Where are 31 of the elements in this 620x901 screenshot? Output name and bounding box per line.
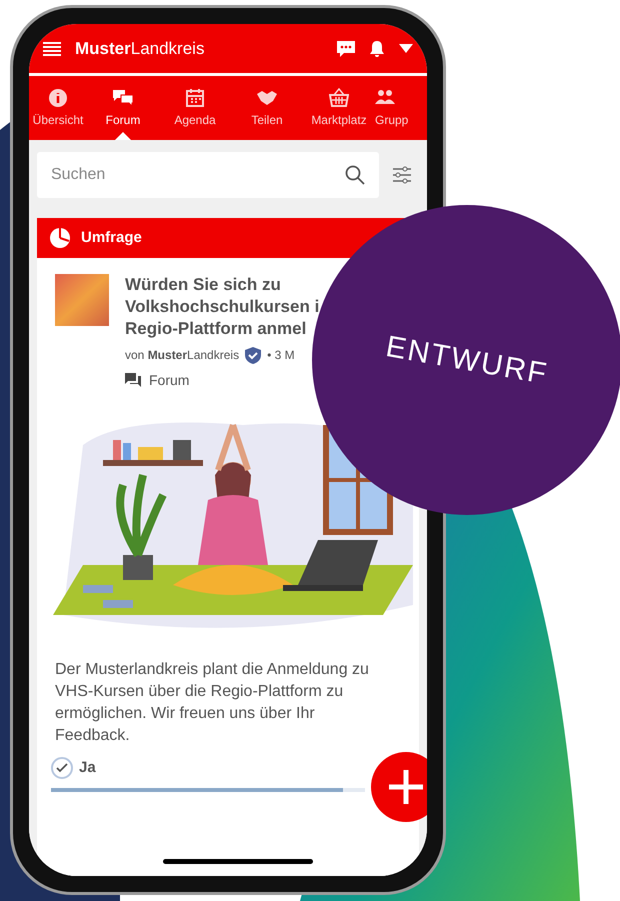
forum-icon	[125, 373, 141, 388]
nav-tab[interactable]: Forum	[87, 76, 159, 140]
info-icon	[48, 88, 68, 108]
draft-label: ENTWURF	[382, 328, 552, 392]
chat-icon[interactable]	[337, 40, 355, 56]
search-field[interactable]: Suchen	[37, 152, 379, 198]
plus-icon	[389, 770, 423, 804]
chat-bubbles-icon	[113, 88, 133, 108]
board-label: Forum	[149, 371, 190, 390]
nav-tab[interactable]: Marktplatz	[303, 76, 375, 140]
author-line: von MusterLandkreis	[125, 347, 240, 364]
selected-tab-marker-icon	[115, 132, 131, 140]
post-time: • 3 M	[267, 347, 295, 364]
calendar-icon	[185, 88, 205, 108]
app-title: MusterLandkreis	[75, 38, 206, 60]
dropdown-caret-icon[interactable]	[399, 44, 413, 53]
bell-icon[interactable]	[369, 40, 385, 58]
option-label: Ja	[79, 758, 96, 778]
nav-tab[interactable]: Agenda	[159, 76, 231, 140]
filter-icon[interactable]	[393, 166, 411, 184]
nav-tab[interactable]: Grupp	[375, 76, 427, 140]
pie-chart-icon	[49, 227, 71, 249]
post-description: Der Musterlandkreis plant die Anmeldung zu VHS-Kursen über die Regio-Plattform zu ermöglichen. Wir freuen uns über Ihr Feedback.	[54, 660, 370, 746]
nav-tab[interactable]: Teilen	[231, 76, 303, 140]
post-title[interactable]: Würden Sie sich zu Volkshochschulkursen i Regio-Plattform anmel	[125, 274, 320, 340]
search-icon[interactable]	[345, 165, 365, 185]
menu-icon[interactable]	[43, 42, 61, 56]
photo-placeholder	[55, 274, 109, 326]
basket-icon	[329, 88, 349, 108]
category-label: Umfrage	[81, 228, 142, 248]
nav-tab[interactable]: Übersicht	[29, 76, 87, 140]
